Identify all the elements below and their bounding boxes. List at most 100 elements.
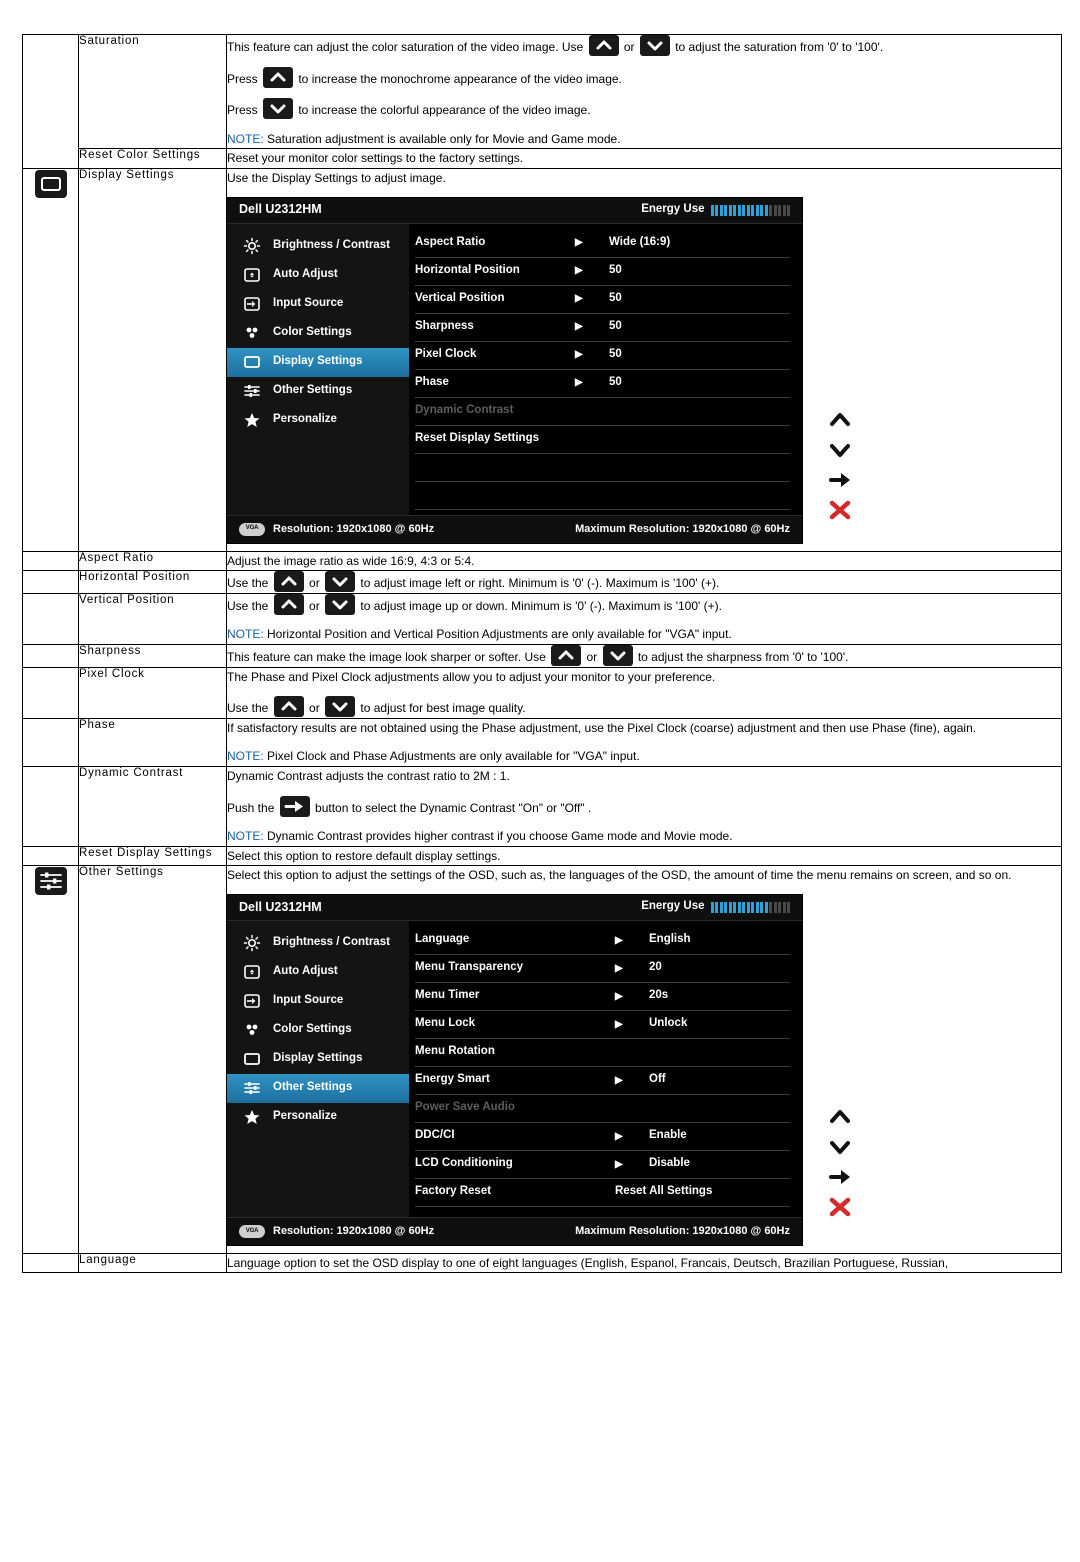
up-arrow-icon[interactable] (273, 571, 304, 593)
osd-item-factory-reset[interactable]: Factory Reset Reset All Settings (415, 1179, 790, 1207)
up-arrow-icon[interactable] (588, 35, 619, 56)
enter-arrow-icon[interactable] (279, 795, 310, 817)
energy-bars (710, 901, 790, 913)
osd-menu-brightness-contrast[interactable]: Brightness / Contrast (227, 929, 409, 958)
close-x-button[interactable] (827, 498, 853, 522)
up-arrow-icon[interactable] (273, 696, 304, 718)
osd-menu-input-source[interactable]: Input Source (227, 987, 409, 1016)
other-settings-icon (241, 382, 263, 400)
osd-item-menu-timer[interactable]: Menu Timer ▶ 20s (415, 983, 790, 1011)
osd-menu-brightness-contrast[interactable]: Brightness / Contrast (227, 232, 409, 261)
table-row: Language Language option to set the OSD … (22, 1252, 1062, 1274)
osd-menu-display-settings[interactable]: Display Settings (227, 347, 409, 377)
up-arrow-button[interactable] (827, 1105, 853, 1129)
osd-item-vertical-position[interactable]: Vertical Position ▶ 50 (415, 286, 790, 314)
down-arrow-button[interactable] (827, 1135, 853, 1159)
table-row: Aspect Ratio Adjust the image ratio as w… (22, 550, 1062, 572)
osd-menu-display-settings[interactable]: Display Settings (227, 1045, 409, 1074)
osd-item-value: 20s (649, 989, 669, 1002)
table-row: Reset Display Settings Select this optio… (22, 845, 1062, 867)
down-arrow-icon[interactable] (325, 593, 356, 615)
up-arrow-icon[interactable] (263, 66, 294, 88)
osd-item-label: Sharpness (415, 320, 474, 333)
down-arrow-icon[interactable] (602, 644, 633, 666)
osd-item-blank (415, 454, 790, 482)
osd-item-label: Menu Transparency (415, 961, 524, 974)
note-label: NOTE: (227, 749, 264, 764)
osd-menu-other-settings[interactable]: Other Settings (227, 1073, 409, 1103)
osd-item-pixel-clock[interactable]: Pixel Clock ▶ 50 (415, 342, 790, 370)
up-arrow-icon[interactable] (273, 593, 304, 615)
desc-text: or (305, 598, 324, 613)
osd-item-energy-smart[interactable]: Energy Smart ▶ Off (415, 1067, 790, 1095)
display-settings-icon (241, 353, 263, 371)
chevron-right-icon: ▶ (615, 1158, 623, 1170)
row-label-reset-display-settings: Reset Display Settings (78, 845, 227, 867)
osd-item-power-save-audio: Power Save Audio (415, 1095, 790, 1123)
osd-item-horizontal-position[interactable]: Horizontal Position ▶ 50 (415, 258, 790, 286)
osd-menu-auto-adjust[interactable]: Auto Adjust (227, 958, 409, 987)
osd-menu-input-source[interactable]: Input Source (227, 290, 409, 319)
row-desc-sharpness: This feature can make the image look sha… (226, 643, 1062, 668)
osd-item-label: Power Save Audio (415, 1101, 515, 1114)
osd-item-menu-transparency[interactable]: Menu Transparency ▶ 20 (415, 955, 790, 983)
chevron-right-icon: ▶ (575, 321, 583, 333)
down-arrow-button[interactable] (827, 438, 853, 462)
osd-sidebar: Brightness / Contrast Auto Adjust Input … (227, 920, 409, 1217)
personalize-star-icon (241, 1108, 263, 1126)
osd-menu-label: Personalize (273, 1110, 337, 1123)
osd-item-value: 50 (609, 292, 622, 305)
table-row: Vertical Position Use the or to adjust i… (22, 592, 1062, 645)
osd-menu-personalize[interactable]: Personalize (227, 1103, 409, 1132)
down-arrow-icon[interactable] (325, 696, 356, 718)
osd-energy-meter: Energy Use (641, 898, 790, 916)
osd-item-sharpness[interactable]: Sharpness ▶ 50 (415, 314, 790, 342)
osd-menu-label: Brightness / Contrast (273, 239, 390, 252)
osd-item-label: Menu Lock (415, 1017, 476, 1030)
enter-arrow-button[interactable] (827, 1165, 853, 1189)
row-label-phase: Phase (78, 717, 227, 767)
osd-max-resolution: Maximum Resolution: 1920x1080 @ 60Hz (575, 522, 790, 535)
enter-arrow-button[interactable] (827, 468, 853, 492)
osd-item-value: Enable (649, 1129, 687, 1142)
osd-menu-auto-adjust[interactable]: Auto Adjust (227, 261, 409, 290)
osd-item-value: 50 (609, 376, 622, 389)
up-arrow-button[interactable] (827, 408, 853, 432)
energy-use-label: Energy Use (641, 900, 705, 913)
desc-line: Use the Display Settings to adjust image… (227, 170, 446, 185)
osd-item-reset-display-settings[interactable]: Reset Display Settings (415, 426, 790, 454)
desc-text: Press (227, 103, 262, 118)
osd-item-label: Menu Rotation (415, 1045, 495, 1058)
down-arrow-icon[interactable] (325, 571, 356, 593)
other-settings-icon (34, 867, 68, 899)
osd-item-language[interactable]: Language ▶ English (415, 927, 790, 955)
chevron-right-icon: ▶ (575, 265, 583, 277)
osd-item-lcd-conditioning[interactable]: LCD Conditioning ▶ Disable (415, 1151, 790, 1179)
row-desc-phase: If satisfactory results are not obtained… (226, 717, 1062, 767)
chevron-right-icon: ▶ (615, 962, 623, 974)
osd-item-menu-rotation[interactable]: Menu Rotation (415, 1039, 790, 1067)
desc-text: Use the (227, 576, 272, 591)
down-arrow-icon[interactable] (263, 98, 294, 120)
note-label: NOTE: (227, 131, 264, 146)
osd-item-menu-lock[interactable]: Menu Lock ▶ Unlock (415, 1011, 790, 1039)
osd-menu-other-settings[interactable]: Other Settings (227, 377, 409, 406)
desc-text: to adjust for best image quality. (357, 701, 526, 716)
osd-item-value: 50 (609, 320, 622, 333)
table-row: Saturation This feature can adjust the c… (22, 33, 1062, 169)
up-arrow-icon[interactable] (551, 644, 582, 666)
display-settings-icon (241, 1050, 263, 1068)
close-x-button[interactable] (827, 1195, 853, 1219)
osd-menu-personalize[interactable]: Personalize (227, 406, 409, 435)
desc-line: Adjust the image ratio as wide 16:9, 4:3… (227, 553, 475, 568)
row-desc-other-settings: Select this option to adjust the setting… (226, 865, 1062, 1254)
osd-menu-color-settings[interactable]: Color Settings (227, 1016, 409, 1045)
osd-item-label: LCD Conditioning (415, 1157, 513, 1170)
osd-item-phase[interactable]: Phase ▶ 50 (415, 370, 790, 398)
osd-menu-color-settings[interactable]: Color Settings (227, 319, 409, 348)
row-desc-saturation: This feature can adjust the color satura… (226, 33, 1062, 150)
osd-panel: Dell U2312HM Energy Use Brightness / Con… (227, 894, 802, 1245)
osd-item-ddc-ci[interactable]: DDC/CI ▶ Enable (415, 1123, 790, 1151)
down-arrow-icon[interactable] (639, 35, 670, 56)
osd-item-aspect-ratio[interactable]: Aspect Ratio ▶ Wide (16:9) (415, 230, 790, 258)
